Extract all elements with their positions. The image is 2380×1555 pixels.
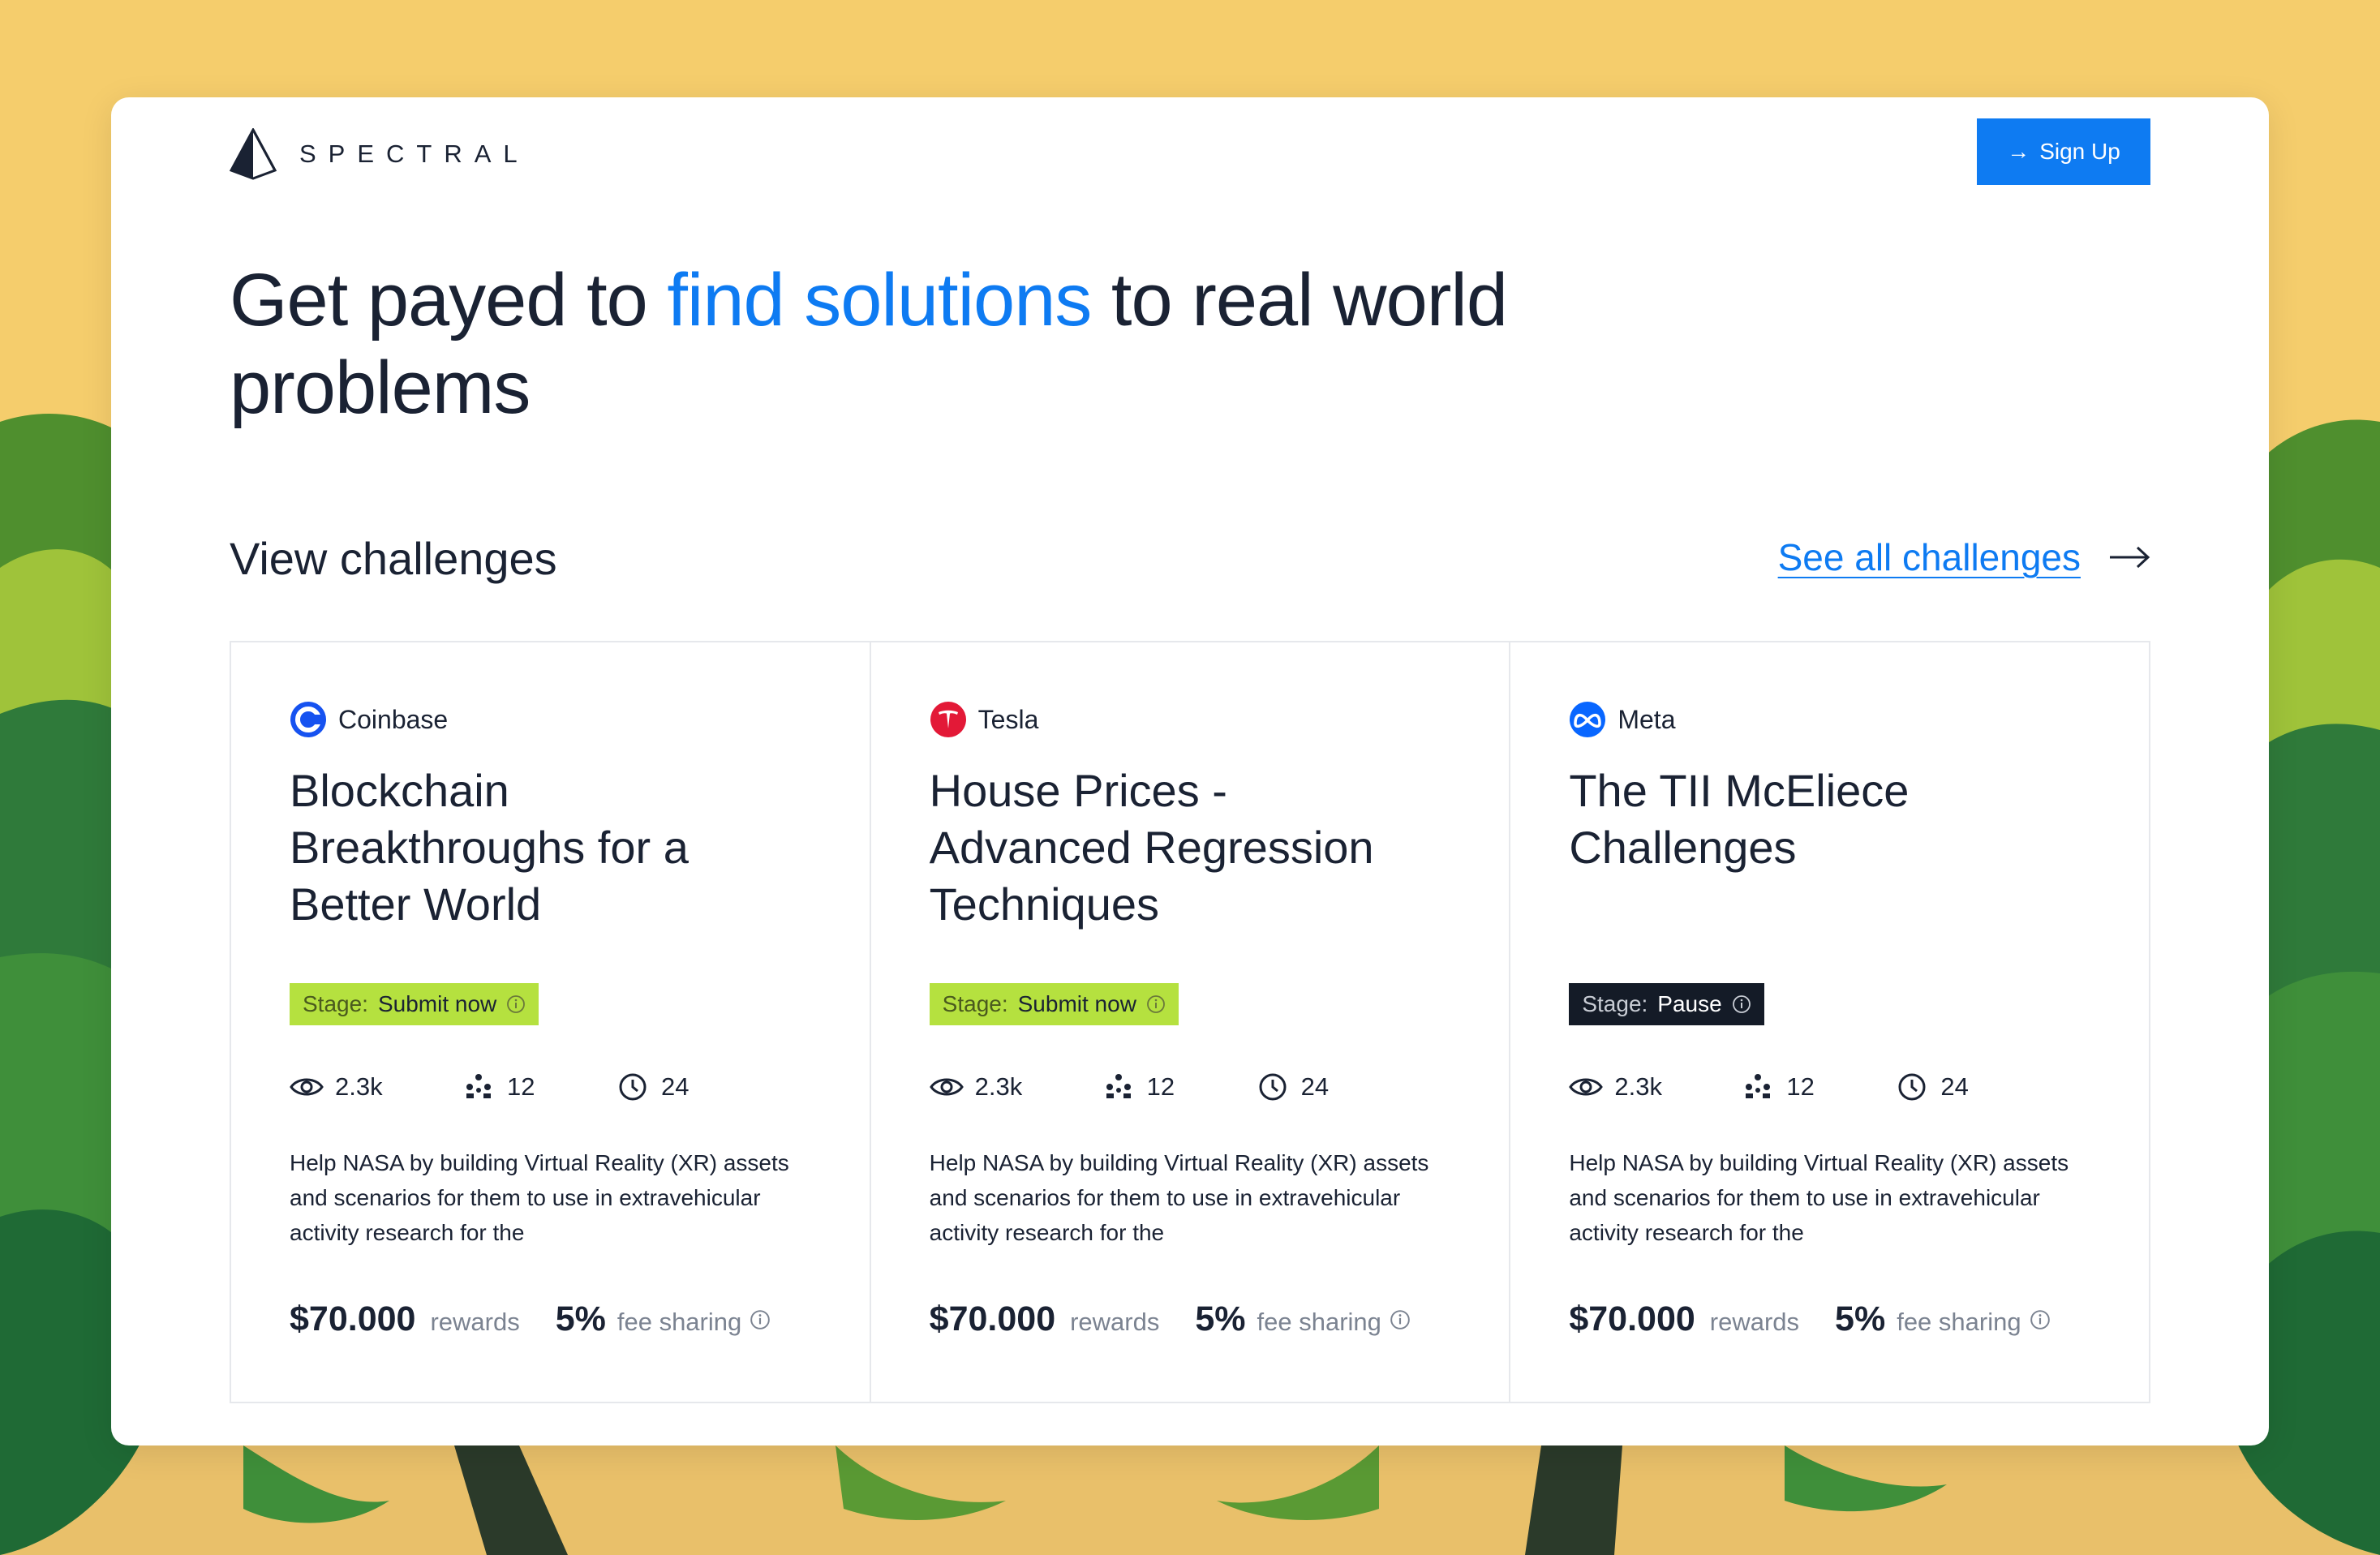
- reward-amount: $70.000: [929, 1299, 1056, 1338]
- stats-row: 2.3k 12 24: [929, 1072, 1329, 1102]
- brand-logo[interactable]: SPECTRAL: [230, 128, 530, 180]
- fee-label: fee sharing: [1257, 1308, 1381, 1336]
- participants-stat: 12: [462, 1072, 616, 1102]
- tesla-logo-icon: [930, 701, 967, 738]
- stage-value: Pause: [1657, 991, 1722, 1016]
- info-icon[interactable]: [1146, 994, 1166, 1014]
- see-all-challenges-link[interactable]: See all challenges: [1778, 535, 2150, 579]
- challenges-grid: Coinbase Blockchain Breakthroughs for a …: [230, 641, 2150, 1403]
- views-stat: 2.3k: [929, 1072, 1102, 1102]
- time-stat: 24: [616, 1072, 689, 1102]
- reward-amount: $70.000: [290, 1299, 416, 1338]
- time-count: 24: [661, 1072, 690, 1101]
- info-icon[interactable]: [2030, 1309, 2051, 1330]
- company-name: Coinbase: [338, 704, 449, 734]
- stats-row: 2.3k 12 24: [290, 1072, 689, 1102]
- views-stat: 2.3k: [290, 1072, 462, 1102]
- company: Tesla: [930, 701, 1039, 738]
- clock-icon: [1259, 1073, 1287, 1101]
- rewards-row: $70.000 rewards 5% fee sharing: [930, 1299, 1411, 1339]
- company: Coinbase: [290, 701, 448, 738]
- info-icon[interactable]: [1390, 1309, 1411, 1330]
- brand-name: SPECTRAL: [299, 140, 530, 168]
- time-stat: 24: [1256, 1072, 1329, 1102]
- fee-label: fee sharing: [616, 1308, 742, 1336]
- challenge-description: Help NASA by building Virtual Reality (X…: [1569, 1150, 2069, 1245]
- stage-badge: Stage: Pause: [1569, 983, 1764, 1025]
- fee-amount: 5%: [1835, 1299, 1886, 1338]
- people-icon: [1746, 1074, 1771, 1098]
- clock-icon: [619, 1073, 647, 1101]
- hero-heading: Get payed to find solutions to real worl…: [230, 256, 1527, 432]
- challenge-card[interactable]: Coinbase Blockchain Breakthroughs for a …: [231, 642, 871, 1402]
- company: Meta: [1569, 701, 1675, 738]
- clock-icon: [1898, 1073, 1926, 1101]
- challenge-description: Help NASA by building Virtual Reality (X…: [929, 1150, 1429, 1245]
- participants-count: 12: [507, 1072, 535, 1101]
- spectral-logo-icon: [230, 128, 277, 180]
- reward-amount: $70.000: [1569, 1299, 1695, 1338]
- info-icon[interactable]: [506, 994, 526, 1014]
- fee-label: fee sharing: [1897, 1308, 2021, 1336]
- challenge-title[interactable]: Blockchain Breakthroughs for a Better Wo…: [290, 762, 793, 933]
- reward-label: rewards: [1070, 1308, 1160, 1336]
- stage-key: Stage:: [942, 991, 1008, 1016]
- time-count: 24: [1300, 1072, 1330, 1101]
- arrow-right-icon: →: [2007, 139, 2030, 164]
- reward-label: rewards: [1709, 1308, 1800, 1336]
- views-count: 2.3k: [974, 1072, 1023, 1101]
- stage-key: Stage:: [1582, 991, 1648, 1016]
- coinbase-logo-icon: [290, 701, 327, 738]
- main-card: SPECTRAL → Sign Up Get payed to find sol…: [111, 97, 2269, 1445]
- company-name: Meta: [1617, 704, 1676, 734]
- time-stat: 24: [1895, 1072, 1969, 1102]
- people-icon: [1106, 1074, 1131, 1098]
- fee-amount: 5%: [555, 1299, 606, 1338]
- see-all-label: See all challenges: [1777, 536, 2081, 578]
- views-count: 2.3k: [1614, 1072, 1662, 1101]
- company-name: Tesla: [977, 704, 1039, 734]
- eye-icon: [1569, 1078, 1604, 1096]
- challenge-title[interactable]: House Prices - Advanced Regression Techn…: [930, 762, 1433, 933]
- views-count: 2.3k: [335, 1072, 383, 1101]
- info-icon[interactable]: [750, 1309, 771, 1330]
- hero-text-start: Get payed to: [230, 259, 668, 341]
- challenge-card[interactable]: Tesla House Prices - Advanced Regression…: [871, 642, 1511, 1402]
- hero-accent-text: find solutions: [667, 259, 1092, 341]
- participants-count: 12: [1146, 1072, 1175, 1101]
- stage-badge: Stage: Submit now: [290, 983, 539, 1025]
- stage-value: Submit now: [377, 991, 497, 1016]
- sign-up-button[interactable]: → Sign Up: [1977, 118, 2150, 185]
- views-stat: 2.3k: [1569, 1072, 1741, 1102]
- time-count: 24: [1940, 1072, 1969, 1101]
- meta-logo-icon: [1569, 701, 1606, 738]
- stage-badge: Stage: Submit now: [929, 983, 1179, 1025]
- stage-value: Submit now: [1017, 991, 1136, 1016]
- challenge-description: Help NASA by building Virtual Reality (X…: [290, 1150, 789, 1245]
- people-icon: [466, 1074, 491, 1098]
- reward-label: rewards: [430, 1308, 520, 1336]
- participants-count: 12: [1786, 1072, 1815, 1101]
- section-title: View challenges: [230, 533, 557, 584]
- sign-up-label: Sign Up: [2039, 139, 2120, 164]
- fee-amount: 5%: [1195, 1299, 1246, 1338]
- info-icon[interactable]: [1732, 994, 1751, 1014]
- challenge-title[interactable]: The TII McEliece Challenges: [1569, 762, 2072, 876]
- challenge-card[interactable]: Meta The TII McEliece Challenges Stage: …: [1510, 642, 2149, 1402]
- participants-stat: 12: [1741, 1072, 1895, 1102]
- arrow-right-icon: [2110, 546, 2150, 569]
- rewards-row: $70.000 rewards 5% fee sharing: [1569, 1299, 2050, 1339]
- participants-stat: 12: [1102, 1072, 1256, 1102]
- eye-icon: [929, 1078, 964, 1096]
- eye-icon: [290, 1078, 324, 1096]
- stage-key: Stage:: [303, 991, 368, 1016]
- rewards-row: $70.000 rewards 5% fee sharing: [290, 1299, 771, 1339]
- stats-row: 2.3k 12 24: [1569, 1072, 1969, 1102]
